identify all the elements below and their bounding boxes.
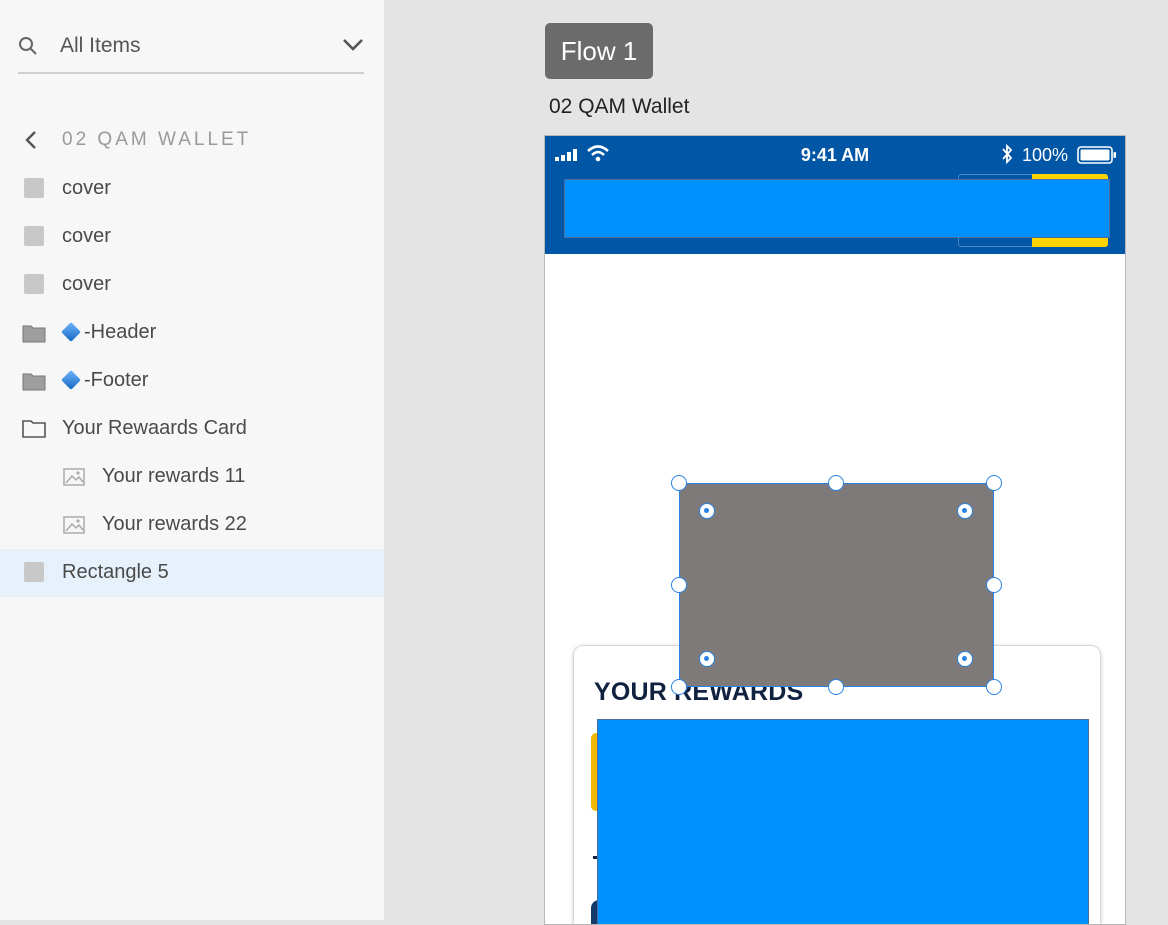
battery-percent: 100% <box>1022 145 1069 165</box>
layer-label: Your rewards 11 <box>102 465 246 487</box>
header-placeholder[interactable] <box>564 179 1110 238</box>
resize-handle-top-left[interactable] <box>671 475 687 491</box>
breadcrumb: 02 QAM WALLET <box>24 126 364 156</box>
rectangle-icon <box>24 178 44 198</box>
resize-handle-left[interactable] <box>671 577 687 593</box>
artboard[interactable]: 9:41 AM 100% YOUR REWARDS <box>544 135 1126 925</box>
corner-radius-handle[interactable] <box>699 651 715 667</box>
resize-handle-top[interactable] <box>828 475 844 491</box>
status-bar: 9:41 AM 100% <box>545 136 1125 172</box>
folder-filled-icon <box>22 323 46 348</box>
resize-handle-bottom-left[interactable] <box>671 679 687 695</box>
layer-row[interactable]: Your rewards 22 <box>0 501 384 549</box>
layer-row[interactable]: Your rewards 11 <box>0 453 384 501</box>
layer-label: Your rewards 22 <box>102 513 247 535</box>
phone-header[interactable]: 9:41 AM 100% <box>545 136 1125 254</box>
corner-radius-handle[interactable] <box>699 503 715 519</box>
resize-handle-right[interactable] <box>986 577 1002 593</box>
layer-row-footer-group[interactable]: -Footer <box>0 357 384 405</box>
layer-label: Rectangle 5 <box>62 561 169 583</box>
flow-label[interactable]: Flow 1 <box>545 23 653 79</box>
corner-radius-handle[interactable] <box>957 651 973 667</box>
battery-icon <box>1077 146 1117 169</box>
layers-panel: All Items 02 QAM WALLET cover cover cove… <box>0 0 384 920</box>
rectangle-5[interactable] <box>679 483 994 687</box>
search-icon <box>18 36 38 61</box>
layer-label: -Footer <box>84 369 149 391</box>
layer-row[interactable]: cover <box>0 165 384 213</box>
rewards-placeholder[interactable] <box>597 719 1089 924</box>
back-chevron-icon[interactable] <box>24 130 38 155</box>
layer-row[interactable]: cover <box>0 213 384 261</box>
layer-label: cover <box>62 225 111 247</box>
rectangle-icon <box>24 562 44 582</box>
layer-row-rewards-card-group[interactable]: Your Rewaards Card <box>0 405 384 453</box>
folder-filled-icon <box>22 371 46 396</box>
layer-label: cover <box>62 273 111 295</box>
image-icon <box>63 516 85 539</box>
artboard-breadcrumb-label: 02 QAM WALLET <box>62 129 252 150</box>
layer-label: Your Rewaards Card <box>62 417 247 439</box>
rectangle-icon <box>24 274 44 294</box>
resize-handle-bottom-right[interactable] <box>986 679 1002 695</box>
image-icon <box>63 468 85 491</box>
layer-filter-dropdown[interactable]: All Items <box>18 26 364 74</box>
artboard-title[interactable]: 02 QAM Wallet <box>549 95 689 119</box>
folder-outline-icon <box>22 418 46 443</box>
filter-label: All Items <box>60 34 141 57</box>
resize-handle-top-right[interactable] <box>986 475 1002 491</box>
layer-row-selected[interactable]: Rectangle 5 <box>0 549 384 597</box>
corner-radius-handle[interactable] <box>957 503 973 519</box>
component-diamond-icon <box>61 322 81 342</box>
component-diamond-icon <box>61 370 81 390</box>
layer-row-header-group[interactable]: -Header <box>0 309 384 357</box>
resize-handle-bottom[interactable] <box>828 679 844 695</box>
rectangle-icon <box>24 226 44 246</box>
chevron-down-icon[interactable] <box>342 38 364 57</box>
bluetooth-icon <box>1001 143 1013 169</box>
layer-label: cover <box>62 177 111 199</box>
layer-row[interactable]: cover <box>0 261 384 309</box>
layer-label: -Header <box>84 321 157 343</box>
